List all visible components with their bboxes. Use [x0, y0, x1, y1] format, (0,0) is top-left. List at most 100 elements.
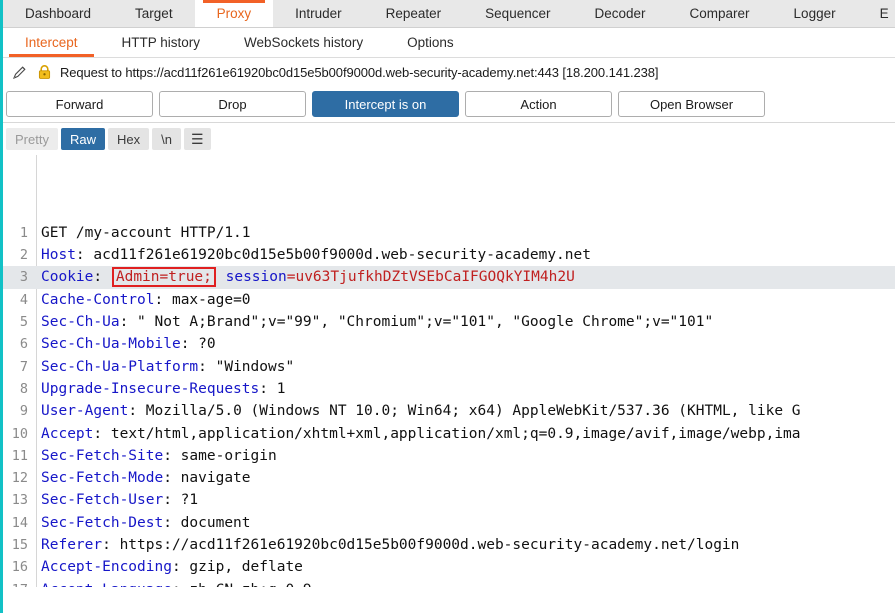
request-line[interactable]: 2Host: acd11f261e61920bc0d15e5b00f9000d.… — [0, 244, 895, 266]
header-name: Sec-Fetch-Site — [41, 448, 163, 464]
main-tab-label: Repeater — [386, 6, 442, 21]
header-value: ?0 — [189, 336, 215, 352]
line-content: Host: acd11f261e61920bc0d15e5b00f9000d.w… — [34, 244, 895, 266]
main-tab-dashboard[interactable]: Dashboard — [3, 0, 113, 27]
request-line[interactable]: 15Referer: https://acd11f261e61920bc0d15… — [0, 534, 895, 556]
request-message-editor[interactable]: 1GET /my-account HTTP/1.12Host: acd11f26… — [0, 155, 895, 587]
header-name: Sec-Fetch-Mode — [41, 470, 163, 486]
line-content: Accept: text/html,application/xhtml+xml,… — [34, 423, 895, 445]
line-number: 10 — [0, 423, 34, 445]
line-content: Sec-Ch-Ua-Platform: "Windows" — [34, 356, 895, 378]
intercept-is-on-button[interactable]: Intercept is on — [312, 91, 459, 117]
admin-cookie-highlight: Admin=true; — [112, 267, 216, 287]
header-value: gzip, deflate — [181, 559, 303, 575]
session-cookie-value: =uv63TjufkhDZtVSEbCaIFGOQkYIM4h2U — [287, 269, 575, 285]
request-line[interactable]: 4Cache-Control: max-age=0 — [0, 289, 895, 311]
main-tab-label: Intruder — [295, 6, 342, 21]
request-line[interactable]: 9User-Agent: Mozilla/5.0 (Windows NT 10.… — [0, 400, 895, 422]
burp-suite-window: DashboardTarget Proxy Intruder Repeater Sequ… — [0, 0, 895, 613]
main-tab-bar: DashboardTarget Proxy Intruder Repeater Sequ… — [0, 0, 895, 28]
request-line[interactable]: 17Accept-Language: zh-CN,zh;q=0.9 — [0, 579, 895, 587]
line-content: User-Agent: Mozilla/5.0 (Windows NT 10.0… — [34, 400, 895, 422]
request-line[interactable]: 1GET /my-account HTTP/1.1 — [0, 222, 895, 244]
line-content: GET /my-account HTTP/1.1 — [34, 222, 895, 244]
request-line[interactable]: 6Sec-Ch-Ua-Mobile: ?0 — [0, 333, 895, 355]
header-name: Sec-Ch-Ua-Platform — [41, 359, 198, 375]
view-mode-pretty-button[interactable]: Pretty — [6, 128, 58, 150]
line-number: 8 — [0, 378, 34, 400]
header-value: zh-CN,zh;q=0.9 — [181, 582, 312, 587]
header-value: same-origin — [172, 448, 277, 464]
request-line[interactable]: 5Sec-Ch-Ua: " Not A;Brand";v="99", "Chro… — [0, 311, 895, 333]
pencil-icon[interactable] — [10, 63, 28, 81]
line-number: 13 — [0, 489, 34, 511]
line-content: Upgrade-Insecure-Requests: 1 — [34, 378, 895, 400]
header-name: Upgrade-Insecure-Requests — [41, 381, 259, 397]
line-number: 7 — [0, 356, 34, 378]
sub-tab-options[interactable]: Options — [385, 28, 476, 57]
main-tab-logger[interactable]: Logger — [772, 0, 858, 27]
header-name: Sec-Ch-Ua-Mobile — [41, 336, 181, 352]
header-value: navigate — [172, 470, 251, 486]
sub-tab-websockets-history[interactable]: WebSockets history — [222, 28, 385, 57]
header-value: ?1 — [172, 492, 198, 508]
main-tab-repeater[interactable]: Repeater — [364, 0, 464, 27]
main-tab-proxy[interactable]: Proxy — [195, 0, 274, 27]
sub-tab-http-history[interactable]: HTTP history — [100, 28, 223, 57]
request-target-text: Request to https://acd11f261e61920bc0d15… — [60, 65, 658, 80]
header-name: Accept — [41, 426, 93, 442]
view-mode-n-button[interactable]: \n — [152, 128, 181, 150]
main-tab-sequencer[interactable]: Sequencer — [463, 0, 572, 27]
main-tab-e[interactable]: E — [858, 0, 895, 27]
line-number: 4 — [0, 289, 34, 311]
line-content: Sec-Fetch-Mode: navigate — [34, 467, 895, 489]
line-number: 1 — [0, 222, 34, 244]
header-value: text/html,application/xhtml+xml,applicat… — [102, 426, 800, 442]
header-value: 1 — [268, 381, 285, 397]
line-content: Referer: https://acd11f261e61920bc0d15e5… — [34, 534, 895, 556]
header-name: User-Agent — [41, 403, 128, 419]
line-content: Sec-Ch-Ua-Mobile: ?0 — [34, 333, 895, 355]
line-number: 11 — [0, 445, 34, 467]
request-line[interactable]: 16Accept-Encoding: gzip, deflate — [0, 556, 895, 578]
main-tab-label: Proxy — [217, 6, 252, 21]
line-content: Sec-Fetch-Site: same-origin — [34, 445, 895, 467]
request-line[interactable]: 7Sec-Ch-Ua-Platform: "Windows" — [0, 356, 895, 378]
menu-icon[interactable]: ☰ — [184, 128, 211, 150]
request-line[interactable]: 13Sec-Fetch-User: ?1 — [0, 489, 895, 511]
line-number: 9 — [0, 400, 34, 422]
open-browser-button[interactable]: Open Browser — [618, 91, 765, 117]
header-value: acd11f261e61920bc0d15e5b00f9000d.web-sec… — [85, 247, 591, 263]
view-mode-raw-button[interactable]: Raw — [61, 128, 105, 150]
line-number: 3 — [0, 266, 34, 288]
line-number: 6 — [0, 333, 34, 355]
sub-tab-intercept[interactable]: Intercept — [3, 28, 100, 57]
header-name: Sec-Fetch-Dest — [41, 515, 163, 531]
header-name: Accept-Language — [41, 582, 172, 587]
request-line[interactable]: 11Sec-Fetch-Site: same-origin — [0, 445, 895, 467]
request-info-row: Request to https://acd11f261e61920bc0d15… — [0, 58, 895, 86]
main-tab-decoder[interactable]: Decoder — [572, 0, 667, 27]
view-mode-hex-button[interactable]: Hex — [108, 128, 149, 150]
session-cookie-name: session — [217, 269, 287, 285]
main-tab-target[interactable]: Target — [113, 0, 195, 27]
header-name: Sec-Ch-Ua — [41, 314, 120, 330]
sub-tab-label: WebSockets history — [244, 35, 363, 50]
action-button[interactable]: Action — [465, 91, 612, 117]
main-tab-intruder[interactable]: Intruder — [273, 0, 364, 27]
drop-button[interactable]: Drop — [159, 91, 306, 117]
request-line[interactable]: 3Cookie: Admin=true; session=uv63TjufkhD… — [0, 266, 895, 288]
request-lines: 1GET /my-account HTTP/1.12Host: acd11f26… — [0, 222, 895, 587]
request-line[interactable]: 14Sec-Fetch-Dest: document — [0, 512, 895, 534]
line-content: Sec-Fetch-User: ?1 — [34, 489, 895, 511]
request-line[interactable]: 8Upgrade-Insecure-Requests: 1 — [0, 378, 895, 400]
main-tab-comparer[interactable]: Comparer — [668, 0, 772, 27]
header-value: "Windows" — [207, 359, 294, 375]
sub-tab-label: HTTP history — [122, 35, 201, 50]
line-number: 16 — [0, 556, 34, 578]
request-line[interactable]: 12Sec-Fetch-Mode: navigate — [0, 467, 895, 489]
main-tab-label: Decoder — [594, 6, 645, 21]
header-value: https://acd11f261e61920bc0d15e5b00f9000d… — [111, 537, 740, 553]
request-line[interactable]: 10Accept: text/html,application/xhtml+xm… — [0, 423, 895, 445]
forward-button[interactable]: Forward — [6, 91, 153, 117]
